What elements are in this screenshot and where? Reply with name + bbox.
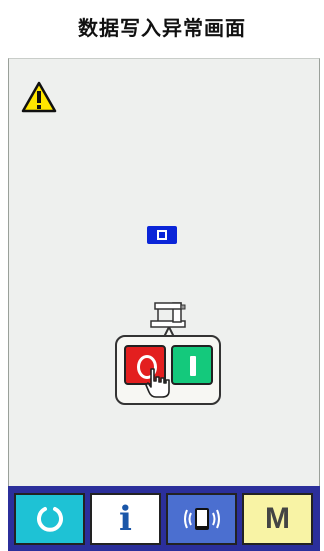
pointing-hand-icon [145, 368, 170, 398]
communication-button[interactable] [166, 492, 237, 545]
communication-icon [183, 507, 220, 530]
mode-button[interactable]: M [242, 492, 313, 545]
reset-icon [36, 506, 63, 532]
information-button[interactable]: i [90, 492, 161, 545]
page-title: 数据写入异常画面 [78, 16, 246, 40]
green-start-button-icon [171, 345, 213, 385]
information-icon: i [119, 498, 132, 539]
mode-label: M [265, 501, 290, 535]
error-screen [8, 58, 320, 550]
warning-icon [21, 81, 57, 113]
bottom-toolbar: i M [8, 486, 320, 551]
operation-panel [115, 335, 221, 405]
reset-button[interactable] [14, 492, 85, 545]
operation-panel-illustration [115, 299, 225, 411]
media-card-icon [147, 226, 177, 244]
